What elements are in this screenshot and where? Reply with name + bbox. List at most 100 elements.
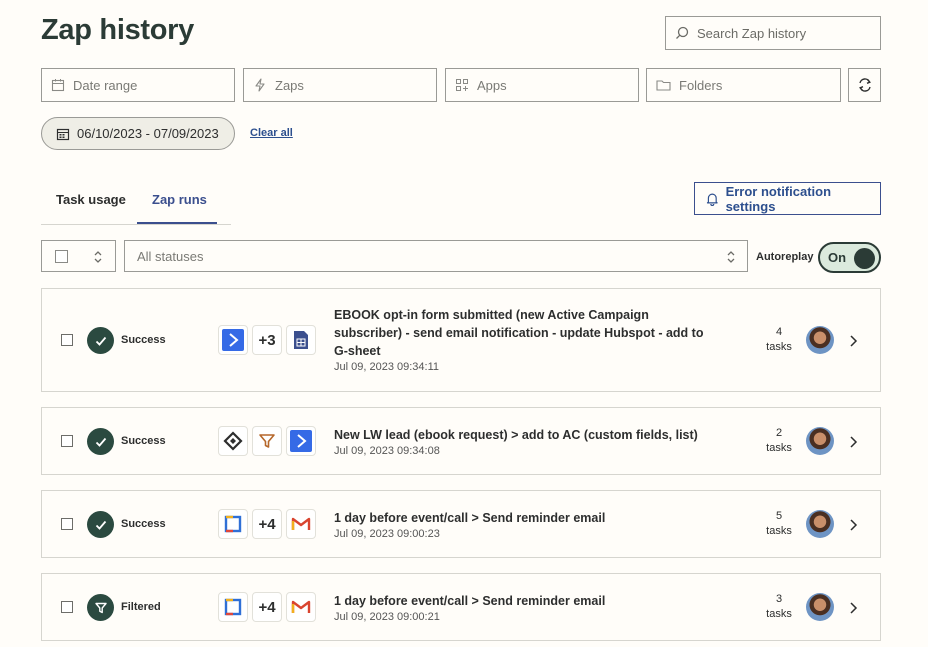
task-count-label: tasks <box>766 525 792 537</box>
task-count-value: 5 <box>775 510 783 522</box>
tab-task-usage[interactable]: Task usage <box>56 192 126 207</box>
app-icons: +4 <box>218 509 316 539</box>
calendar-app-icon <box>218 592 248 622</box>
task-count-label: tasks <box>766 608 792 620</box>
zap-run-row[interactable]: Filtered +4 1 day before event/call > Se… <box>41 573 881 641</box>
task-count: 5 tasks <box>762 509 796 539</box>
row-checkbox[interactable] <box>61 601 73 613</box>
row-checkbox[interactable] <box>61 518 73 530</box>
toggle-knob <box>854 248 875 269</box>
filter-icon <box>252 426 282 456</box>
app-icons: +4 <box>218 592 316 622</box>
apps-label: Apps <box>477 77 507 93</box>
bulk-select-dropdown[interactable] <box>41 240 116 272</box>
task-count-value: 2 <box>775 427 783 439</box>
search-icon <box>676 26 689 39</box>
refresh-icon <box>858 78 871 92</box>
task-count-label: tasks <box>766 341 792 353</box>
row-checkbox[interactable] <box>61 334 73 346</box>
zap-name[interactable]: 1 day before event/call > Send reminder … <box>334 592 714 610</box>
apps-grid-icon <box>456 79 468 91</box>
tab-zap-runs[interactable]: Zap runs <box>137 191 217 224</box>
task-count: 4 tasks <box>762 325 796 355</box>
folders-filter[interactable]: Folders <box>646 68 841 102</box>
row-checkbox[interactable] <box>61 435 73 447</box>
zap-name[interactable]: EBOOK opt-in form submitted (new Active … <box>334 306 714 360</box>
status-select[interactable]: All statuses <box>124 240 748 272</box>
date-range-chip[interactable]: 06/10/2023 - 07/09/2023 <box>41 117 235 150</box>
status-label: Filtered <box>121 601 161 613</box>
select-all-checkbox[interactable] <box>55 249 68 263</box>
autoreplay-toggle[interactable]: On <box>818 242 881 273</box>
activecampaign-icon <box>218 325 248 355</box>
activecampaign-icon <box>286 426 316 456</box>
refresh-button[interactable] <box>848 68 881 102</box>
gmail-icon <box>286 509 316 539</box>
gmail-icon <box>286 592 316 622</box>
zap-info: EBOOK opt-in form submitted (new Active … <box>334 306 714 373</box>
date-chip-label: 06/10/2023 - 07/09/2023 <box>77 126 219 141</box>
task-count: 3 tasks <box>762 592 796 622</box>
more-apps-count: +3 <box>252 325 282 355</box>
chevron-updown-icon <box>727 251 735 263</box>
search-input[interactable]: Search Zap history <box>665 16 881 50</box>
clear-all-link[interactable]: Clear all <box>250 127 293 139</box>
run-timestamp: Jul 09, 2023 09:34:11 <box>334 361 439 373</box>
zap-run-row[interactable]: Success +4 1 day before event/call > Sen… <box>41 490 881 558</box>
zaps-filter[interactable]: Zaps <box>243 68 437 102</box>
chevron-right-icon[interactable] <box>848 601 858 615</box>
chevron-right-icon[interactable] <box>848 435 858 449</box>
app-icons: +3 <box>218 325 316 355</box>
task-count: 2 tasks <box>762 426 796 456</box>
autoreplay-label: Autoreplay <box>756 251 814 263</box>
zap-name[interactable]: 1 day before event/call > Send reminder … <box>334 509 714 527</box>
zap-run-row[interactable]: Success New LW lead (ebook request) > ad… <box>41 407 881 475</box>
chevron-updown-icon <box>94 251 102 263</box>
date-range-filter[interactable]: Date range <box>41 68 235 102</box>
page-title: Zap history <box>41 14 194 46</box>
more-apps-count: +4 <box>252 509 282 539</box>
folder-icon <box>656 80 671 91</box>
app-icons <box>218 426 316 456</box>
calendar-icon <box>56 128 70 140</box>
date-range-label: Date range <box>73 77 138 93</box>
status-label: Success <box>121 518 166 530</box>
webhook-icon <box>218 426 248 456</box>
apps-filter[interactable]: Apps <box>445 68 639 102</box>
success-check-icon <box>87 327 114 354</box>
calendar-icon <box>51 79 65 92</box>
avatar <box>806 427 834 455</box>
zap-run-row[interactable]: Success +3 EBOOK opt-in form submitted (… <box>41 288 881 392</box>
run-timestamp: Jul 09, 2023 09:00:23 <box>334 528 440 540</box>
success-check-icon <box>87 428 114 455</box>
task-count-value: 3 <box>775 593 783 605</box>
avatar <box>806 510 834 538</box>
run-timestamp: Jul 09, 2023 09:00:21 <box>334 611 440 623</box>
success-check-icon <box>87 511 114 538</box>
avatar <box>806 326 834 354</box>
zaps-label: Zaps <box>275 77 304 93</box>
avatar <box>806 593 834 621</box>
chevron-right-icon[interactable] <box>848 518 858 532</box>
lightning-icon <box>255 78 265 92</box>
status-label: Success <box>121 435 166 447</box>
bell-icon <box>706 193 718 206</box>
error-settings-label: Error notification settings <box>725 183 832 214</box>
search-placeholder: Search Zap history <box>697 25 807 41</box>
run-timestamp: Jul 09, 2023 09:34:08 <box>334 445 440 457</box>
more-apps-count: +4 <box>252 592 282 622</box>
task-count-value: 4 <box>775 326 783 338</box>
error-notification-settings-button[interactable]: Error notification settings <box>694 182 881 215</box>
status-select-value: All statuses <box>137 248 204 264</box>
filtered-status-icon <box>87 594 114 621</box>
toggle-state-label: On <box>828 250 847 265</box>
status-label: Success <box>121 334 166 346</box>
tab-bar: Task usage Zap runs <box>41 182 231 225</box>
folders-label: Folders <box>679 77 723 93</box>
google-sheets-icon <box>286 325 316 355</box>
chevron-right-icon[interactable] <box>848 334 858 348</box>
zap-info: New LW lead (ebook request) > add to AC … <box>334 426 714 457</box>
zap-info: 1 day before event/call > Send reminder … <box>334 592 714 623</box>
zap-name[interactable]: New LW lead (ebook request) > add to AC … <box>334 426 714 444</box>
zap-info: 1 day before event/call > Send reminder … <box>334 509 714 540</box>
